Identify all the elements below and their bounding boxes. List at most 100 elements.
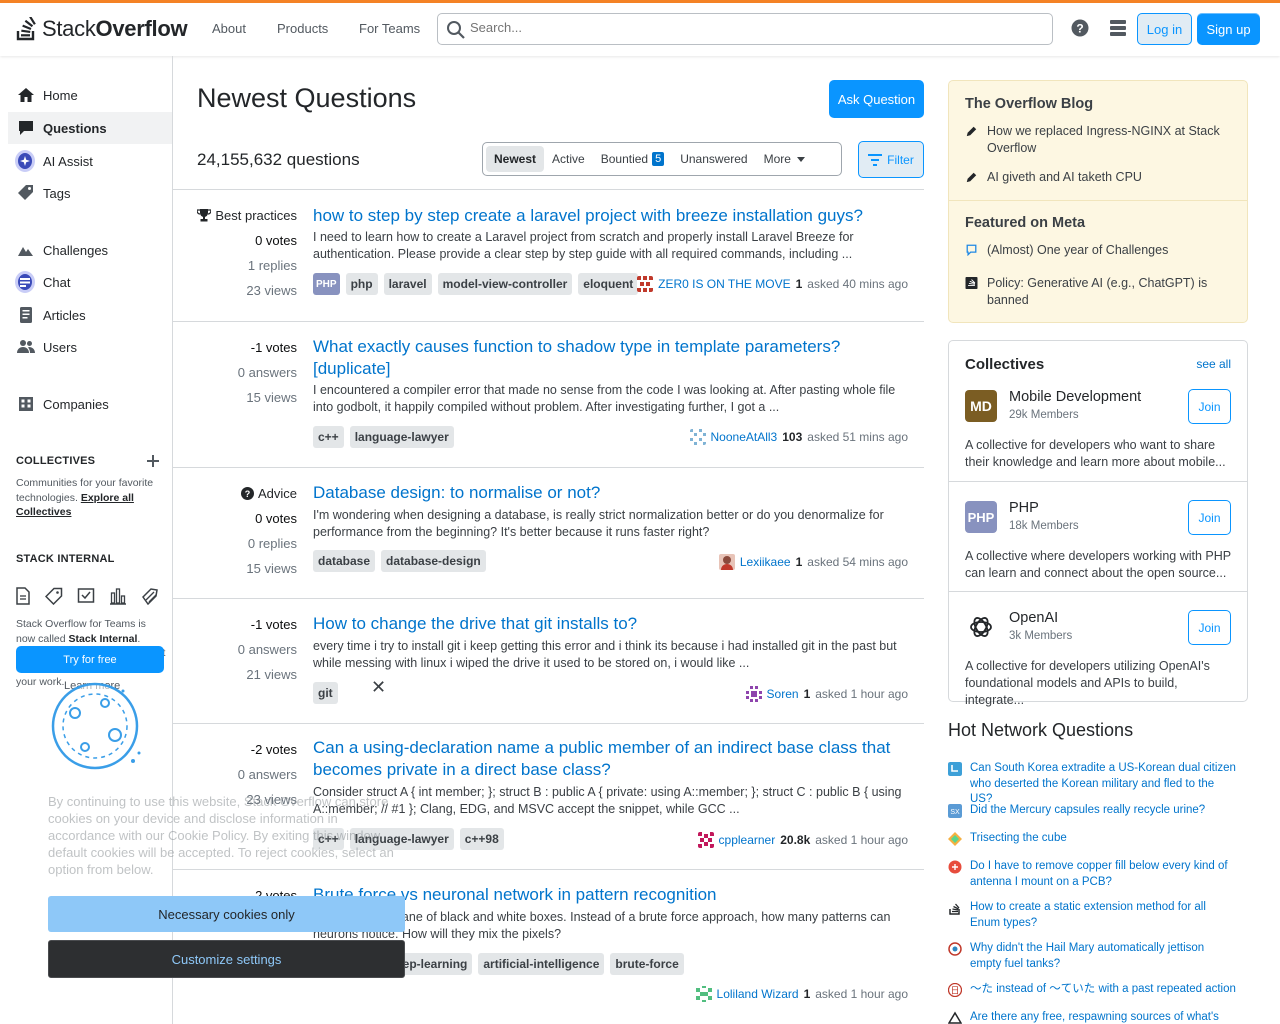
tag-artificial-intelligence[interactable]: artificial-intelligence xyxy=(478,953,605,975)
question-title-link[interactable]: How to change the drive that git install… xyxy=(313,613,913,635)
user-avatar[interactable] xyxy=(689,429,706,445)
question-summary: ? Advice 0 votes 0 replies 15 views Data… xyxy=(173,468,924,599)
blog-item[interactable]: AI giveth and AI taketh CPU xyxy=(965,169,1235,186)
customize-settings-button[interactable]: Customize settings xyxy=(48,940,405,978)
hot-question-item[interactable]: How to create a static extension method … xyxy=(948,900,1238,931)
tag-php[interactable]: php xyxy=(345,273,378,295)
user-link[interactable]: Loliland Wizard xyxy=(717,987,799,1001)
tag-database[interactable]: database xyxy=(313,550,376,572)
sidebar-item-users[interactable]: Users xyxy=(8,331,172,363)
question-title-link[interactable]: Can a using-declaration name a public me… xyxy=(313,737,913,781)
sidebar-item-companies[interactable]: Companies xyxy=(8,388,172,420)
nav-for-teams[interactable]: For Teams xyxy=(359,21,420,36)
tag-laravel[interactable]: laravel xyxy=(383,273,432,295)
sidebar-item-articles[interactable]: Articles xyxy=(8,299,172,331)
question-title-link[interactable]: Database design: to normalise or not? xyxy=(313,482,913,504)
hot-question-item[interactable]: Trisecting the cube xyxy=(948,831,1238,847)
hot-question-item[interactable]: Are there any free, respawning sources o… xyxy=(948,1010,1238,1024)
sidebar-item-tags[interactable]: Tags xyxy=(8,177,172,209)
tab-bountied[interactable]: Bountied 5 xyxy=(593,146,673,172)
tag-cpp98[interactable]: c++98 xyxy=(459,828,504,850)
question-title-link[interactable]: how to step by step create a laravel pro… xyxy=(313,205,913,227)
challenges-icon xyxy=(17,241,35,259)
filter-icon xyxy=(868,153,883,166)
electronics-site-icon xyxy=(948,860,962,874)
openai-logo-icon[interactable] xyxy=(965,611,997,643)
collective-name[interactable]: Mobile Development xyxy=(1009,389,1141,405)
site-switcher-icon[interactable] xyxy=(1109,19,1127,37)
sidebar-item-home[interactable]: Home xyxy=(8,79,172,111)
user-link[interactable]: Lexiikaee xyxy=(740,555,791,569)
user-link[interactable]: NooneAtAll3 xyxy=(711,430,778,444)
question-meta: Loliland Wizard 1 asked 1 hour ago xyxy=(695,986,908,1002)
join-button[interactable]: Join xyxy=(1188,389,1231,424)
php-collective-badge[interactable]: PHP xyxy=(313,273,340,295)
user-avatar[interactable] xyxy=(697,832,714,848)
question-tags: PHP php laravel model-view-controller el… xyxy=(313,273,639,295)
filter-button[interactable]: Filter xyxy=(858,141,924,178)
tab-active[interactable]: Active xyxy=(544,146,593,172)
hot-question-item[interactable]: SX Did the Mercury capsules really recyc… xyxy=(948,803,1238,819)
tag-model-view-controller[interactable]: model-view-controller xyxy=(437,273,573,295)
sidebar-item-challenges[interactable]: Challenges xyxy=(8,234,172,266)
cookie-illustration-icon xyxy=(51,682,141,770)
hot-question-item[interactable]: 日 〜た instead of 〜ていた with a past repeate… xyxy=(948,982,1238,998)
search-input[interactable] xyxy=(470,20,1030,35)
collective-name[interactable]: OpenAI xyxy=(1009,610,1058,626)
tag-language-lawyer[interactable]: language-lawyer xyxy=(349,426,454,448)
php-collective-logo[interactable]: PHP xyxy=(965,501,997,533)
login-button[interactable]: Log in xyxy=(1137,13,1192,45)
signup-button[interactable]: Sign up xyxy=(1197,13,1260,45)
svg-text:SX: SX xyxy=(950,809,960,816)
user-reputation: 103 xyxy=(782,430,803,444)
user-avatar[interactable] xyxy=(695,986,712,1002)
user-link[interactable]: ZER0 IS ON THE MOVE xyxy=(658,277,790,291)
tag-database-design[interactable]: database-design xyxy=(381,550,486,572)
sidebar-item-questions[interactable]: Questions xyxy=(8,112,172,144)
tab-newest[interactable]: Newest xyxy=(486,146,545,172)
sidebar-item-ai-assist[interactable]: AI Assist xyxy=(8,145,172,177)
collective-members: 18k Members xyxy=(1009,520,1079,532)
user-avatar[interactable] xyxy=(745,686,762,702)
scifi-site-icon xyxy=(948,942,962,956)
user-reputation: 1 xyxy=(795,555,803,569)
see-all-collectives-link[interactable]: see all xyxy=(1196,357,1231,371)
user-avatar[interactable] xyxy=(637,276,654,292)
mobile-development-logo[interactable]: MD xyxy=(965,390,997,422)
sidebar-item-chat[interactable]: Chat xyxy=(8,266,172,298)
user-avatar[interactable] xyxy=(718,554,735,570)
close-icon[interactable]: ✕ xyxy=(371,677,386,698)
tag-brute-force[interactable]: brute-force xyxy=(610,953,684,975)
try-for-free-button[interactable]: Try for free xyxy=(16,646,164,673)
tag-cpp[interactable]: c++ xyxy=(313,426,344,448)
blog-item[interactable]: How we replaced Ingress-NGINX at Stack O… xyxy=(965,123,1235,157)
plus-icon[interactable] xyxy=(147,455,159,467)
tag-eloquent[interactable]: eloquent xyxy=(578,273,639,295)
meta-item[interactable]: Policy: Generative AI (e.g., ChatGPT) is… xyxy=(965,275,1235,309)
hot-question-item[interactable]: Why didn't the Hail Mary automatically j… xyxy=(948,941,1238,972)
sidebar-item-label: AI Assist xyxy=(43,153,93,169)
hot-question-item[interactable]: Can South Korea extradite a US-Korean du… xyxy=(948,761,1238,808)
help-icon[interactable]: ? xyxy=(1071,19,1089,37)
collective-item: OpenAI 3k Members Join A collective for … xyxy=(949,591,1247,707)
ask-question-button[interactable]: Ask Question xyxy=(829,80,924,118)
nav-products[interactable]: Products xyxy=(277,21,328,36)
hot-question-item[interactable]: Do I have to remove copper fill below ev… xyxy=(948,859,1238,890)
companies-icon xyxy=(17,395,35,413)
tab-more[interactable]: More xyxy=(756,146,817,172)
collective-name[interactable]: PHP xyxy=(1009,500,1039,516)
join-button[interactable]: Join xyxy=(1188,610,1231,645)
collective-description: A collective for developers utilizing Op… xyxy=(965,659,1210,707)
tab-unanswered[interactable]: Unanswered xyxy=(672,146,755,172)
site-logo[interactable]: StackOverflow xyxy=(16,16,188,42)
meta-item[interactable]: (Almost) One year of Challenges xyxy=(965,242,1235,259)
tag-git[interactable]: git xyxy=(313,682,338,704)
join-button[interactable]: Join xyxy=(1188,500,1231,535)
user-link[interactable]: cpplearner xyxy=(719,833,776,847)
question-count: 24,155,632 questions xyxy=(197,150,360,169)
nav-about[interactable]: About xyxy=(212,21,246,36)
necessary-cookies-button[interactable]: Necessary cookies only xyxy=(48,896,405,932)
user-link[interactable]: Soren xyxy=(767,687,799,701)
search-box[interactable] xyxy=(437,13,1053,45)
question-title-link[interactable]: What exactly causes function to shadow t… xyxy=(313,336,913,380)
